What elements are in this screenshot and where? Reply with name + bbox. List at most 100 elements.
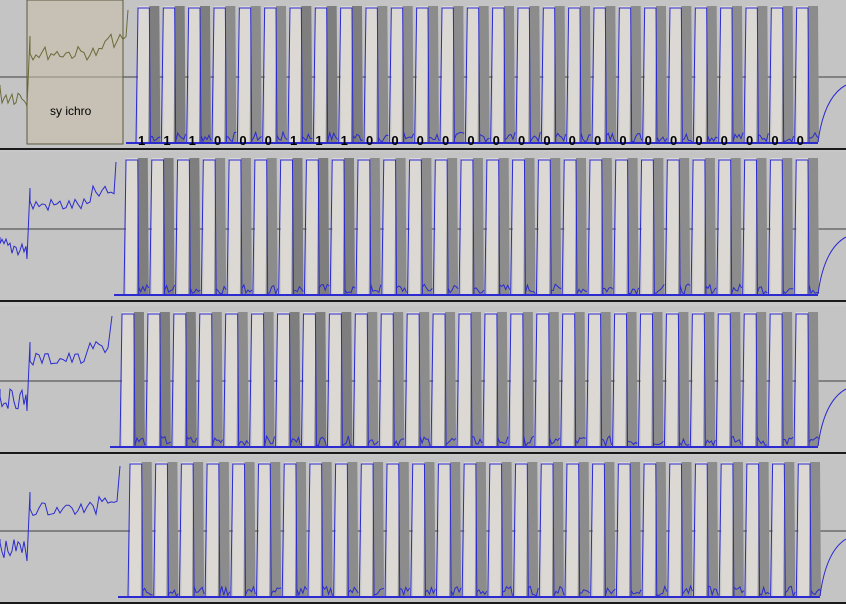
- bit-label: 0: [467, 133, 475, 148]
- waveform-canvas: [0, 312, 846, 454]
- tail-waveform: [817, 388, 846, 447]
- bit-cell: [186, 6, 212, 143]
- bit-cell: [538, 462, 565, 597]
- bit-cell: [119, 312, 146, 447]
- bit-cell: [388, 6, 415, 143]
- bit-cell: [718, 6, 744, 143]
- bit-cell: [226, 158, 253, 295]
- bit-cell: [540, 6, 567, 143]
- bit-cell: [561, 158, 588, 295]
- bit-cell: [256, 462, 282, 597]
- bit-label: 0: [214, 133, 222, 148]
- bit-cell: [355, 158, 382, 295]
- bit-cell: [515, 6, 541, 143]
- bit-cell: [458, 158, 485, 295]
- bit-cell: [794, 6, 820, 143]
- bit-cell: [363, 6, 389, 143]
- bit-label: 0: [543, 133, 551, 148]
- bit-label: 0: [239, 133, 247, 148]
- bit-cell: [560, 312, 586, 447]
- bit-cell: [742, 158, 768, 295]
- bit-cell: [612, 312, 638, 447]
- bit-label: 0: [670, 133, 678, 148]
- bit-cell: [639, 158, 665, 295]
- audio-track-3[interactable]: [0, 306, 846, 454]
- bit-label: 0: [720, 133, 728, 148]
- audio-track-2[interactable]: [0, 152, 846, 302]
- bit-cell: [236, 6, 262, 143]
- bit-label: 1: [340, 133, 348, 148]
- bit-cell: [566, 6, 592, 143]
- bit-cell: [641, 462, 668, 597]
- synchro-label: sy ichro: [50, 104, 92, 118]
- bit-cell: [793, 158, 820, 295]
- bit-cell: [667, 462, 693, 597]
- bit-cell: [338, 6, 364, 143]
- bit-label: 0: [619, 133, 627, 148]
- pre-roll-waveform: [0, 465, 121, 562]
- bit-cell: [145, 312, 172, 447]
- bit-cell: [204, 462, 231, 597]
- bit-cell: [487, 462, 514, 597]
- bit-cell: [223, 312, 250, 447]
- bit-cell: [410, 462, 436, 597]
- bit-cell: [482, 312, 509, 447]
- bit-cell: [123, 158, 150, 295]
- bit-cell: [352, 312, 379, 447]
- bit-cell: [303, 158, 330, 295]
- bit-cell: [795, 462, 822, 597]
- bit-cell: [793, 312, 820, 447]
- bit-label: 0: [518, 133, 526, 148]
- bit-label: 0: [594, 133, 602, 148]
- bit-cell: [197, 312, 224, 447]
- audio-editor-waveform-view: 1 1 1 0 0 0 1 1 1 0 0 0 0 0 0 0 0 0 0 0 0 0 0 0 0 0 0 sy ichro: [0, 0, 846, 604]
- bit-label: 0: [568, 133, 576, 148]
- bit-cell: [767, 158, 794, 295]
- bit-label: 0: [264, 133, 272, 148]
- audio-track-1[interactable]: 1 1 1 0 0 0 1 1 1 0 0 0 0 0 0 0 0 0 0 0 0 0 0 0 0 0 0 sy ichro: [0, 0, 846, 150]
- bit-cell: [744, 462, 770, 597]
- bit-label: 1: [138, 133, 146, 148]
- bit-cell: [252, 158, 279, 296]
- bit-cell: [513, 462, 539, 597]
- bit-cell: [287, 6, 313, 143]
- bit-label: 1: [290, 133, 298, 148]
- bit-cell: [741, 312, 768, 447]
- bit-cell: [464, 6, 490, 143]
- bit-label: 0: [771, 133, 779, 148]
- bit-cell: [211, 6, 237, 143]
- bit-label: 0: [644, 133, 652, 148]
- bit-cell: [300, 312, 327, 447]
- bit-cell: [358, 462, 385, 597]
- bit-cell: [378, 312, 405, 448]
- tail-waveform: [819, 538, 846, 597]
- bit-cell: [616, 6, 643, 143]
- bit-cell: [715, 312, 742, 447]
- bit-cell: [430, 312, 457, 447]
- synchro-selection[interactable]: [26, 0, 124, 145]
- bit-cell: [381, 158, 408, 295]
- bit-cell: [160, 6, 187, 143]
- bit-cell: [692, 462, 719, 597]
- bit-cell: [127, 462, 153, 597]
- bit-cell: [153, 462, 179, 597]
- bit-cell: [312, 6, 339, 143]
- bit-cell: [586, 312, 613, 448]
- bit-cell: [281, 462, 308, 597]
- bit-cell: [432, 158, 459, 295]
- bit-cell: [200, 158, 227, 295]
- bit-cell: [689, 312, 716, 447]
- bit-label: 0: [366, 133, 374, 148]
- bit-cell: [439, 6, 465, 143]
- bit-cell: [262, 6, 288, 143]
- bit-cell: [692, 6, 718, 143]
- pre-roll-waveform: [0, 161, 117, 260]
- bit-cell: [615, 462, 642, 597]
- bit-cell: [484, 158, 511, 295]
- bit-cell: [307, 462, 334, 597]
- bit-cell: [590, 462, 616, 597]
- audio-track-4[interactable]: [0, 456, 846, 604]
- bit-cell: [404, 312, 431, 447]
- waveform-canvas: [0, 462, 846, 604]
- bit-cell: [613, 158, 640, 296]
